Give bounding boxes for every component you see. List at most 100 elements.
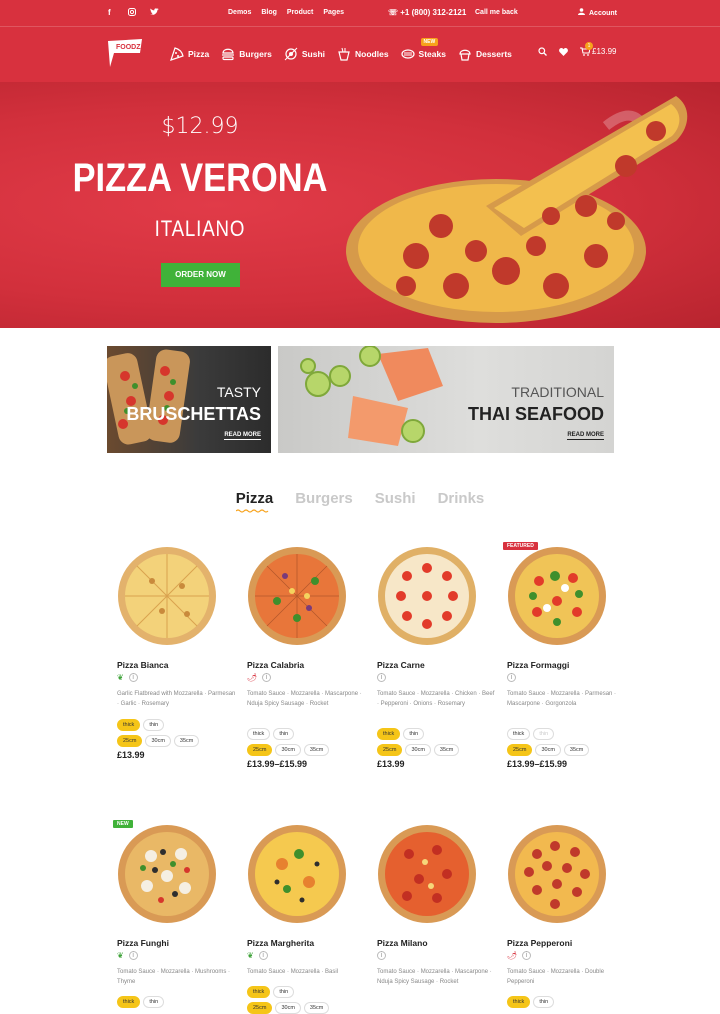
- tab-sushi[interactable]: Sushi: [375, 490, 416, 507]
- nav-item-burgers[interactable]: Burgers: [221, 47, 272, 61]
- tab-burgers[interactable]: Burgers: [295, 490, 353, 507]
- nav-item-desserts[interactable]: Desserts: [458, 47, 512, 61]
- nav-item-pizza[interactable]: Pizza: [170, 47, 209, 61]
- logo-text: FOODZ: [116, 44, 141, 51]
- product-card[interactable]: Pizza Pepperoni 🌶 i Tomato Sauce · Mozzar…: [507, 824, 627, 1008]
- product-description: Garlic Flatbread with Mozzarella · Parme…: [117, 691, 236, 707]
- banner-small-text: TASTY: [216, 384, 261, 400]
- size-option[interactable]: 35cm: [433, 744, 460, 756]
- product-card[interactable]: NEW Pizza Funghi ❦ i Tomato Sauce · Mozza…: [113, 820, 237, 1008]
- wave-underline: [235, 509, 269, 513]
- order-now-button[interactable]: ORDER NOW: [161, 263, 240, 287]
- info-icon[interactable]: i: [262, 673, 272, 682]
- tab-label: Pizza: [235, 490, 274, 507]
- product-name: Pizza Pepperoni: [507, 938, 573, 948]
- tab-pizza[interactable]: Pizza: [235, 490, 274, 513]
- info-icon[interactable]: i: [377, 951, 386, 960]
- topbar-link-demos[interactable]: Demos: [228, 9, 251, 16]
- product-card[interactable]: Pizza Calabria 🌶 i Tomato Sauce · Mozzare…: [247, 546, 367, 776]
- product-image: [378, 825, 476, 923]
- product-card[interactable]: FEATURED Pizza Formaggi i Tomato Sauce ·…: [503, 542, 627, 776]
- size-option[interactable]: 30cm: [275, 1002, 301, 1014]
- size-option[interactable]: 25cm: [507, 744, 533, 756]
- size-option[interactable]: 30cm: [405, 744, 431, 756]
- topbar-link-pages[interactable]: Pages: [323, 9, 344, 16]
- phone-text: +1 (800) 312-2121: [400, 8, 467, 17]
- twitter-icon[interactable]: [150, 8, 159, 18]
- info-icon[interactable]: i: [507, 673, 516, 682]
- product-name: Pizza Milano: [377, 938, 428, 948]
- product-description: Tomato Sauce · Mozzarella · Parmesan · M…: [507, 691, 617, 707]
- size-option[interactable]: 25cm: [247, 1002, 273, 1014]
- nav-label: Sushi: [301, 49, 326, 59]
- nav-item-sushi[interactable]: Sushi: [284, 47, 325, 61]
- promo-banner-thai-seafood[interactable]: TRADITIONAL THAI SEAFOOD READ MORE: [278, 346, 614, 453]
- product-description: Tomato Sauce · Mozzarella · Mushrooms · …: [117, 969, 231, 985]
- phone-number[interactable]: ☏ +1 (800) 312-2121: [388, 8, 466, 17]
- product-card[interactable]: Pizza Carne i Tomato Sauce · Mozzarella …: [377, 546, 497, 776]
- search-icon[interactable]: [538, 47, 547, 56]
- product-name: Pizza Funghi: [117, 938, 169, 948]
- crust-option[interactable]: thin: [533, 996, 555, 1008]
- tab-drinks[interactable]: Drinks: [438, 490, 485, 507]
- size-option[interactable]: 35cm: [563, 744, 590, 756]
- account-link[interactable]: Account: [578, 8, 617, 17]
- noodles-icon: [338, 47, 350, 61]
- read-more-link[interactable]: READ MORE: [567, 432, 604, 440]
- product-card[interactable]: Pizza Bianca ❦ i Garlic Flatbread with Mo…: [117, 546, 237, 776]
- size-option[interactable]: 25cm: [377, 744, 403, 756]
- product-card[interactable]: Pizza Milano i Tomato Sauce · Mozzarella…: [377, 824, 497, 1000]
- user-icon: [578, 8, 585, 15]
- nav-label: Desserts: [475, 49, 512, 59]
- vegetarian-icon: ❦: [117, 951, 124, 960]
- call-me-back-link[interactable]: Call me back: [475, 9, 518, 16]
- size-option[interactable]: 30cm: [535, 744, 561, 756]
- size-option[interactable]: 30cm: [145, 735, 171, 747]
- nav-item-noodles[interactable]: Noodles: [337, 47, 389, 61]
- info-icon[interactable]: i: [522, 951, 532, 960]
- hero-title: PIZZA VERONA: [72, 156, 328, 200]
- crust-option[interactable]: thick: [117, 996, 141, 1008]
- info-icon[interactable]: i: [258, 951, 268, 960]
- logo[interactable]: FOODZ: [106, 37, 146, 69]
- banner-small-text: TRADITIONAL: [511, 384, 604, 400]
- crust-option[interactable]: thin: [143, 996, 165, 1008]
- phone-icon: ☏: [388, 8, 399, 17]
- size-option[interactable]: 25cm: [117, 735, 143, 747]
- burger-icon: [222, 48, 235, 61]
- promo-banner-bruschettas[interactable]: TASTY BRUSCHETTAS READ MORE: [107, 346, 271, 453]
- crust-option[interactable]: thick: [507, 996, 531, 1008]
- top-bar: f Demos Blog Product Pages ☏ +1 (800) 31…: [0, 0, 720, 26]
- cart-button[interactable]: 1 £13.99: [580, 42, 616, 56]
- product-description: Tomato Sauce · Mozzarella · Mascarpone ·…: [377, 969, 492, 985]
- read-more-link[interactable]: READ MORE: [224, 432, 261, 440]
- product-name: Pizza Formaggi: [507, 660, 570, 670]
- info-icon[interactable]: i: [128, 951, 138, 960]
- topbar-link-product[interactable]: Product: [287, 9, 313, 16]
- product-image: [508, 825, 606, 923]
- size-option[interactable]: 30cm: [275, 744, 301, 756]
- seafood-image: [300, 346, 443, 446]
- product-image: [248, 547, 346, 645]
- product-card[interactable]: Pizza Margherita ❦ i Tomato Sauce · Mozza…: [247, 824, 367, 1014]
- product-image: [508, 547, 606, 645]
- info-icon[interactable]: i: [128, 673, 138, 682]
- size-option[interactable]: 35cm: [303, 1002, 330, 1014]
- chili-icon: 🌶: [247, 673, 258, 682]
- product-image: [118, 825, 216, 923]
- info-icon[interactable]: i: [377, 673, 386, 682]
- size-option[interactable]: 35cm: [173, 735, 200, 747]
- nav-item-steaks[interactable]: NEW Steaks: [400, 38, 446, 61]
- product-price: £13.99: [117, 750, 145, 760]
- sushi-icon: [284, 47, 298, 61]
- heart-icon[interactable]: [559, 47, 568, 56]
- chili-icon: 🌶: [507, 951, 518, 960]
- instagram-icon[interactable]: [128, 8, 136, 18]
- facebook-icon[interactable]: f: [108, 8, 111, 17]
- hero-banner: $12.99 PIZZA VERONA ITALIANO ORDER NOW: [0, 82, 720, 328]
- topbar-link-blog[interactable]: Blog: [261, 9, 277, 16]
- size-option[interactable]: 25cm: [247, 744, 273, 756]
- hero-price: $12.99: [161, 114, 239, 139]
- hero-subtitle: ITALIANO: [154, 216, 246, 241]
- size-option[interactable]: 35cm: [303, 744, 330, 756]
